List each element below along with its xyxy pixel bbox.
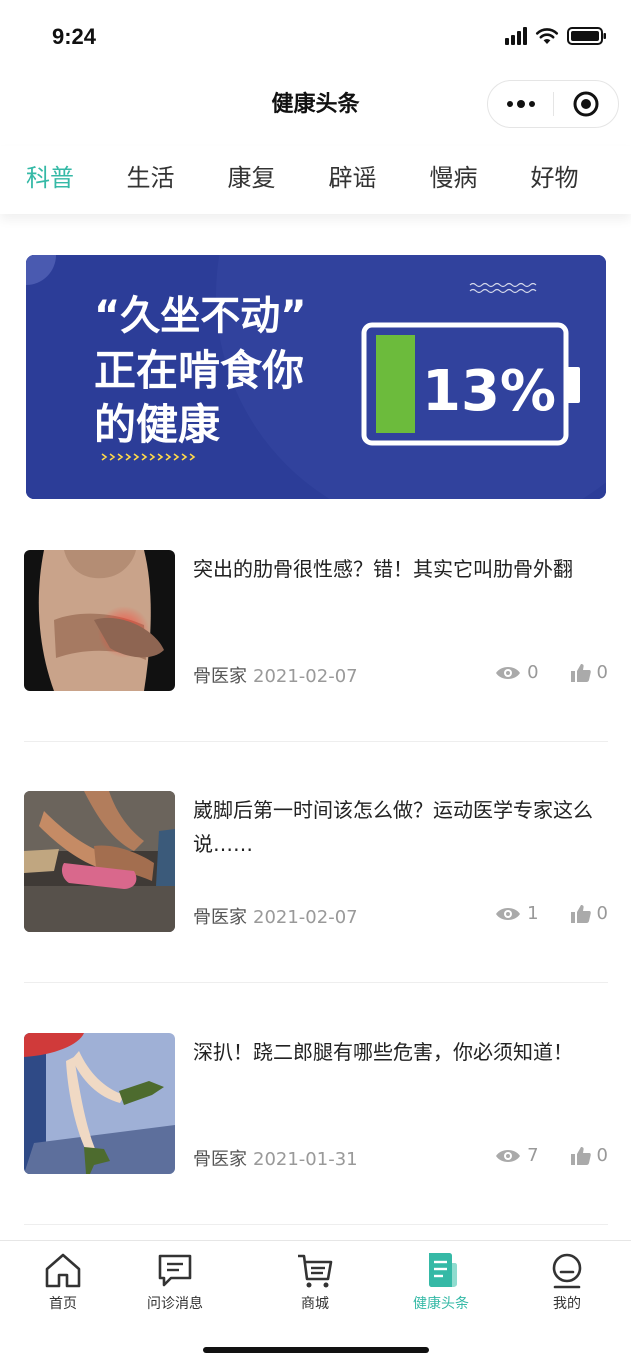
home-indicator[interactable] <box>203 1347 429 1353</box>
tab-manbing[interactable]: 慢病 <box>403 146 504 214</box>
tabbar-item-messages[interactable]: 问诊消息 <box>120 1249 230 1313</box>
article-date: 2021-01-31 <box>253 1149 358 1170</box>
close-button[interactable] <box>554 81 618 127</box>
mini-program-capsule <box>487 80 619 128</box>
more-icon <box>506 101 513 107</box>
article-divider <box>24 982 608 983</box>
tabbar-item-shop[interactable]: 商城 <box>260 1249 370 1313</box>
article-stats: 1 0 <box>495 903 608 924</box>
article-title: 深扒！跷二郎腿有哪些危害，你必须知道！ <box>193 1040 573 1064</box>
view-count: 0 <box>527 662 539 683</box>
tabbar-item-profile[interactable]: 我的 <box>512 1249 622 1313</box>
thumbs-up-icon[interactable] <box>570 1146 591 1165</box>
profile-icon <box>552 1253 582 1289</box>
article-title: 突出的肋骨很性感？错！其实它叫肋骨外翻 <box>193 557 573 581</box>
article-title: 崴脚后第一时间该怎么做？运动医学专家这么说…… <box>193 798 593 856</box>
article-meta: 骨医家 2021-02-07 <box>193 662 358 688</box>
like-count: 0 <box>596 1145 608 1166</box>
article-date: 2021-02-07 <box>253 666 358 687</box>
tabbar-label: 健康头条 <box>413 1296 469 1312</box>
home-icon <box>45 1253 81 1288</box>
battery-fill <box>376 335 415 433</box>
status-time: 9:24 <box>52 24 97 49</box>
article-date: 2021-02-07 <box>253 907 358 928</box>
nav-bar: 健康头条 <box>0 72 631 136</box>
category-tabs: 科普 生活 康复 辟谣 慢病 好物 <box>0 146 631 214</box>
article-divider <box>24 1224 608 1225</box>
tab-kepu[interactable]: 科普 <box>0 146 100 214</box>
eye-icon <box>495 906 521 922</box>
banner-line-3: 的健康 <box>94 400 220 449</box>
status-icons <box>505 26 607 46</box>
tab-kangfu[interactable]: 康复 <box>201 146 302 214</box>
article-divider <box>24 741 608 742</box>
cart-icon <box>298 1254 333 1288</box>
article-item[interactable]: 崴脚后第一时间该怎么做？运动医学专家这么说…… 骨医家 2021-02-07 1 … <box>24 791 608 933</box>
article-thumbnail <box>24 1033 175 1174</box>
wifi-icon <box>535 27 559 45</box>
article-stats: 0 0 <box>495 662 608 683</box>
article-stats: 7 0 <box>495 1145 608 1166</box>
banner-line-1: “久坐不动” <box>94 293 307 339</box>
view-count: 1 <box>527 903 539 924</box>
article-author: 骨医家 <box>193 666 247 687</box>
tabbar-label: 首页 <box>49 1296 77 1312</box>
article-author: 骨医家 <box>193 907 247 928</box>
tabbar-label: 我的 <box>553 1296 581 1312</box>
thumbs-up-icon[interactable] <box>570 663 591 682</box>
banner-line-2: 正在啃食你 <box>94 346 304 395</box>
like-count: 0 <box>596 662 608 683</box>
chat-icon <box>158 1254 192 1287</box>
tabbar-item-news[interactable]: 健康头条 <box>386 1249 496 1313</box>
tab-haowu[interactable]: 好物 <box>504 146 605 214</box>
like-count: 0 <box>596 903 608 924</box>
article-meta: 骨医家 2021-01-31 <box>193 1145 358 1171</box>
article-meta: 骨医家 2021-02-07 <box>193 903 358 929</box>
target-close-icon <box>573 91 599 117</box>
tab-shenghuo[interactable]: 生活 <box>100 146 201 214</box>
view-count: 7 <box>527 1145 539 1166</box>
article-item[interactable]: 深扒！跷二郎腿有哪些危害，你必须知道！ 骨医家 2021-01-31 7 0 <box>24 1033 608 1175</box>
news-icon <box>429 1253 457 1287</box>
promo-banner[interactable]: “久坐不动” 正在啃食你 的健康 13% <box>26 255 606 499</box>
battery-percent: 13% <box>422 359 556 424</box>
article-thumbnail <box>24 550 175 691</box>
eye-icon <box>495 1148 521 1164</box>
tabbar-label: 问诊消息 <box>147 1296 203 1312</box>
tabbar-item-home[interactable]: 首页 <box>8 1249 118 1313</box>
status-bar: 9:24 <box>0 0 631 72</box>
article-author: 骨医家 <box>193 1149 247 1170</box>
article-item[interactable]: 突出的肋骨很性感？错！其实它叫肋骨外翻 骨医家 2021-02-07 0 0 <box>24 550 608 692</box>
signal-icon <box>505 27 527 45</box>
more-button[interactable] <box>488 81 553 127</box>
tabbar-label: 商城 <box>301 1296 329 1312</box>
battery-icon <box>567 26 607 46</box>
tab-piyao[interactable]: 辟谣 <box>302 146 403 214</box>
article-thumbnail <box>24 791 175 932</box>
thumbs-up-icon[interactable] <box>570 904 591 923</box>
eye-icon <box>495 665 521 681</box>
